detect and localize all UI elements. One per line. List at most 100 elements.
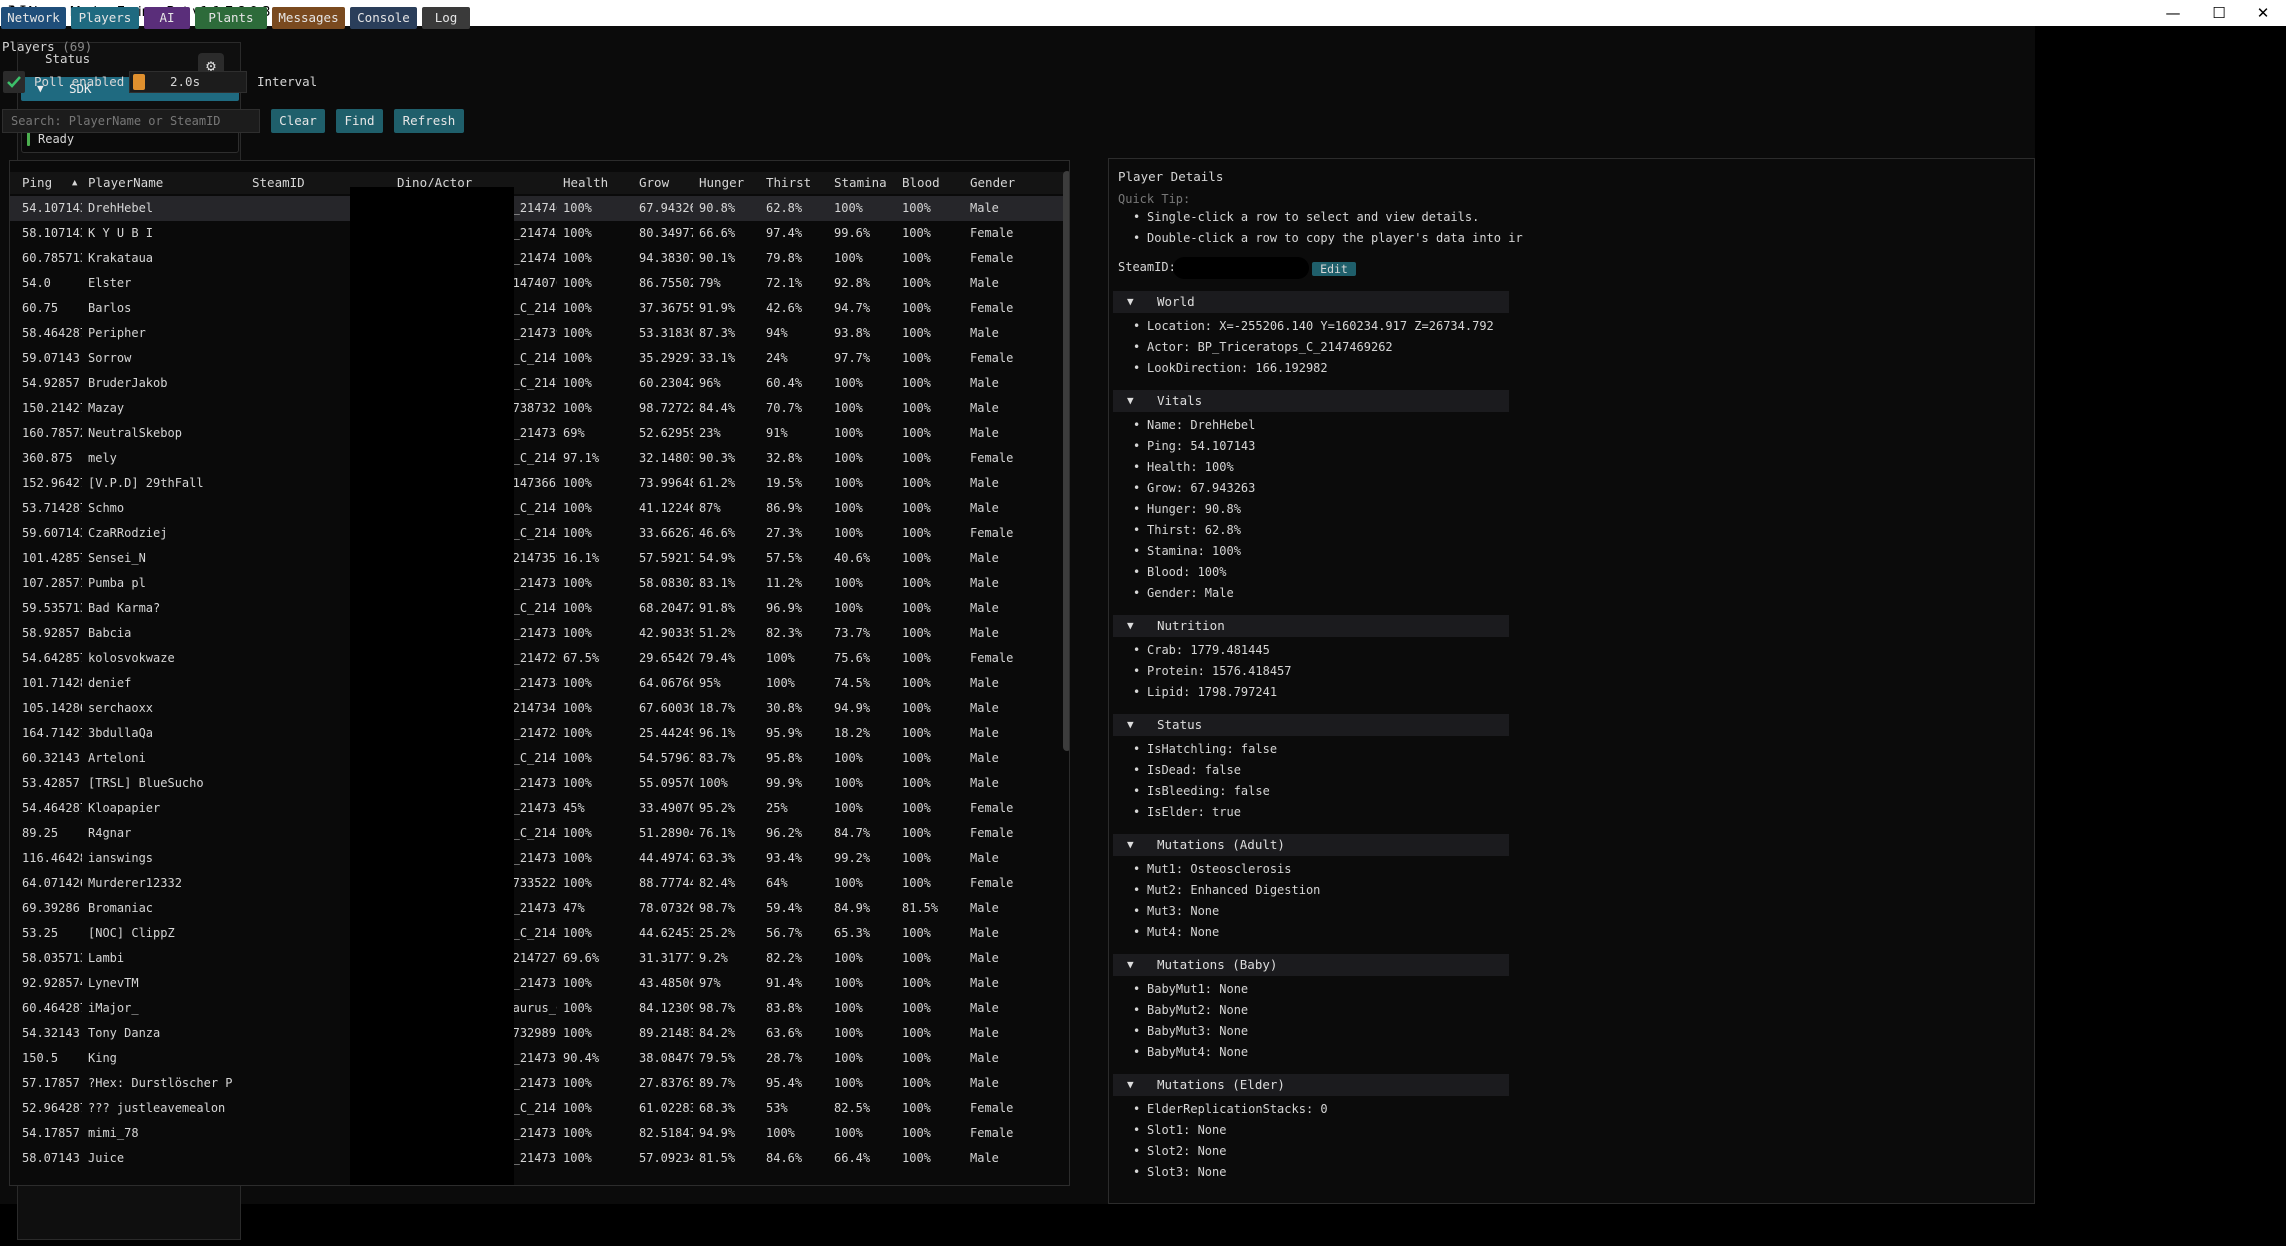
table-row[interactable]: 54.92857BruderJakobBP_Tyrannosaurus_C_21… — [10, 371, 1065, 396]
section-nutrition[interactable]: ▼ Nutrition — [1113, 615, 1509, 637]
section-mutations-elder[interactable]: ▼ Mutations (Elder) — [1113, 1074, 1509, 1096]
table-row[interactable]: 54.17857mimi_78BP_Deinosuchus_C_21473185… — [10, 1121, 1065, 1146]
cell-hunger: 61.2% — [699, 476, 736, 490]
cell-gender: Female — [970, 876, 1014, 890]
column-header-playername[interactable]: PlayerName — [88, 172, 163, 194]
table-row[interactable]: 58.464287PeripherBP_Deinosuchus_C_214739… — [10, 321, 1065, 346]
cell-blood: 100% — [902, 426, 931, 440]
table-row[interactable]: 58.107143K Y U B IBP_Deinosuchus_C_21474… — [10, 221, 1065, 246]
column-header-grow[interactable]: Grow — [639, 172, 669, 194]
section-status[interactable]: ▼ Status — [1113, 714, 1509, 736]
cell-blood: 100% — [902, 651, 931, 665]
table-row[interactable]: 160.785721NeutralSkebopBP_Stegosaurus_C_… — [10, 421, 1065, 446]
tab-log[interactable]: Log — [422, 7, 470, 29]
maximize-button[interactable]: ☐ — [2196, 0, 2242, 26]
table-row[interactable]: 57.17857?Hex: Durstlöscher PBP_Stegosaur… — [10, 1071, 1065, 1096]
table-row[interactable]: 69.39286BromaniacBP_Carnotaurus_C_214733… — [10, 896, 1065, 921]
table-row[interactable]: 59.07143SorrowBP_Tyrannosaurus_C_2147394… — [10, 346, 1065, 371]
table-row[interactable]: 54.642857kolosvokwazeBP_Deinosuchus_C_21… — [10, 646, 1065, 671]
table-row[interactable]: 54.107143DrehHebelBP_Triceratops_C_21474… — [10, 196, 1065, 221]
table-row[interactable]: 54.0ElsterBP_Maiasaura_C_2147407081100%8… — [10, 271, 1065, 296]
table-row[interactable]: 53.25[NOC] ClippZBP_Herrerasaurus_C_2147… — [10, 921, 1065, 946]
cell-hunger: 96.1% — [699, 726, 736, 740]
table-row[interactable]: 101.428574Sensei_NBP_Omniraptor_C_214735… — [10, 546, 1065, 571]
table-row[interactable]: 116.464287ianswingsBP_Carnotaurus_C_2147… — [10, 846, 1065, 871]
table-row[interactable]: 360.875melyBP_Tyrannosaurus_C_2147383050… — [10, 446, 1065, 471]
tab-players[interactable]: Players — [71, 7, 139, 29]
column-header-blood[interactable]: Blood — [902, 172, 940, 194]
table-row[interactable]: 58.07143JuiceBP_Stegosaurus_C_2147318267… — [10, 1146, 1065, 1171]
cell-health: 100% — [563, 251, 592, 265]
players-title: Players — [2, 39, 55, 54]
detail-item: IsElder: true — [1133, 805, 1241, 819]
tab-console[interactable]: Console — [350, 7, 417, 29]
column-header-hunger[interactable]: Hunger — [699, 172, 744, 194]
tab-ai[interactable]: AI — [144, 7, 190, 29]
table-row[interactable]: 60.464287iMajor_BP_Pachycephalosaurus_C_… — [10, 996, 1065, 1021]
cell-health: 100% — [563, 1151, 592, 1165]
table-row[interactable]: 92.928574LynevTMBP_Carnotaurus_C_2147327… — [10, 971, 1065, 996]
table-row[interactable]: 60.32143ArteloniBP_Tyrannosaurus_C_21473… — [10, 746, 1065, 771]
table-row[interactable]: 53.42857[TRSL] BlueSuchoBP_Stegosaurus_C… — [10, 771, 1065, 796]
table-row[interactable]: 150.5KingBP_Stegosaurus_C_214732416990.4… — [10, 1046, 1065, 1071]
poll-checkbox[interactable] — [3, 71, 25, 93]
cell-blood: 100% — [902, 201, 931, 215]
section-mutations-baby[interactable]: ▼ Mutations (Baby) — [1113, 954, 1509, 976]
table-row[interactable]: 164.7142793bdullaQaBP_Stegosaurus_C_2147… — [10, 721, 1065, 746]
cell-ping: 54.32143 — [22, 1026, 80, 1040]
section-vitals[interactable]: ▼ Vitals — [1113, 390, 1509, 412]
cell-health: 100% — [563, 326, 592, 340]
column-header-stamina[interactable]: Stamina — [834, 172, 887, 194]
slider-handle[interactable] — [133, 74, 145, 90]
cell-playername: CzaRRodziej — [88, 526, 168, 540]
cell-gender: Male — [970, 1001, 999, 1015]
table-row[interactable]: 54.32143Tony DanzaBP_Troodon_C_214732989… — [10, 1021, 1065, 1046]
cell-gender: Female — [970, 1126, 1014, 1140]
edit-steamid-button[interactable]: Edit — [1312, 262, 1356, 276]
clear-button[interactable]: Clear — [271, 109, 325, 133]
table-scrollbar[interactable] — [1063, 171, 1069, 751]
column-header-gender[interactable]: Gender — [970, 172, 1015, 194]
table-row[interactable]: 59.607143CzaRRodziejBP_Tyrannosaurus_C_2… — [10, 521, 1065, 546]
table-row[interactable]: 64.071426Murderer12332BP_Troodon_C_21473… — [10, 871, 1065, 896]
table-row[interactable]: 58.035713LambiBP_Omniraptor_C_2147276520… — [10, 946, 1065, 971]
table-row[interactable]: 60.75BarlosBP_Tyrannosaurus_C_2147406235… — [10, 296, 1065, 321]
poll-interval-slider[interactable]: 2.0s — [129, 71, 247, 93]
cell-gender: Male — [970, 1076, 999, 1090]
table-row[interactable]: 58.92857BabciaBP_Triceratops_C_214735329… — [10, 621, 1065, 646]
cell-blood: 100% — [902, 451, 931, 465]
table-row[interactable]: 105.14286serchaoxxBP_Pteranodon_C_214734… — [10, 696, 1065, 721]
table-row[interactable]: 89.25R4gnarBP_Tyrannosaurus_C_2147335674… — [10, 821, 1065, 846]
table-row[interactable]: 152.964279[V.P.D] 29thFallBP_Maiasaura_C… — [10, 471, 1065, 496]
cell-gender: Female — [970, 301, 1014, 315]
cell-hunger: 82.4% — [699, 876, 736, 890]
cell-ping: 58.107143 — [22, 226, 82, 240]
table-row[interactable]: 59.535713Bad Karma?BP_Tyrannosaurus_C_21… — [10, 596, 1065, 621]
section-mutations-adult[interactable]: ▼ Mutations (Adult) — [1113, 834, 1509, 856]
close-button[interactable]: ✕ — [2240, 0, 2286, 26]
minimize-button[interactable]: — — [2150, 0, 2196, 26]
table-row[interactable]: 150.214279MazayBP_Troodon_C_214738732110… — [10, 396, 1065, 421]
column-header-ping[interactable]: Ping — [22, 172, 52, 194]
interval-label: Interval — [257, 74, 318, 89]
section-world[interactable]: ▼ World — [1113, 291, 1509, 313]
cell-hunger: 95.2% — [699, 801, 736, 815]
refresh-button[interactable]: Refresh — [394, 109, 464, 133]
table-row[interactable]: 60.785713KrakatauaBP_Deinosuchus_C_21474… — [10, 246, 1065, 271]
table-row[interactable]: 52.964287??? justleavemealonBP_Tyrannosa… — [10, 1096, 1065, 1121]
find-button[interactable]: Find — [336, 109, 383, 133]
table-row[interactable]: 107.285713Pumba plBP_Stegosaurus_C_21473… — [10, 571, 1065, 596]
column-header-thirst[interactable]: Thirst — [766, 172, 811, 194]
tab-messages[interactable]: Messages — [272, 7, 345, 29]
table-row[interactable]: 54.464287KloapapierBP_Deinosuchus_C_2147… — [10, 796, 1065, 821]
table-row[interactable]: 101.714287deniefBP_Deinosuchus_C_2147342… — [10, 671, 1065, 696]
quick-tip-label: Quick Tip: — [1118, 192, 1191, 206]
steamid-label: SteamID: — [1118, 260, 1176, 274]
cell-ping: 150.214279 — [22, 401, 82, 415]
table-row[interactable]: 53.714287SchmoBP_Tyrannosaurus_C_2147366… — [10, 496, 1065, 521]
column-header-steamid[interactable]: SteamID — [252, 172, 305, 194]
tab-plants[interactable]: Plants — [195, 7, 267, 29]
column-header-health[interactable]: Health — [563, 172, 608, 194]
search-input[interactable]: Search: PlayerName or SteamID — [2, 109, 260, 133]
tab-network[interactable]: Network — [1, 7, 66, 29]
